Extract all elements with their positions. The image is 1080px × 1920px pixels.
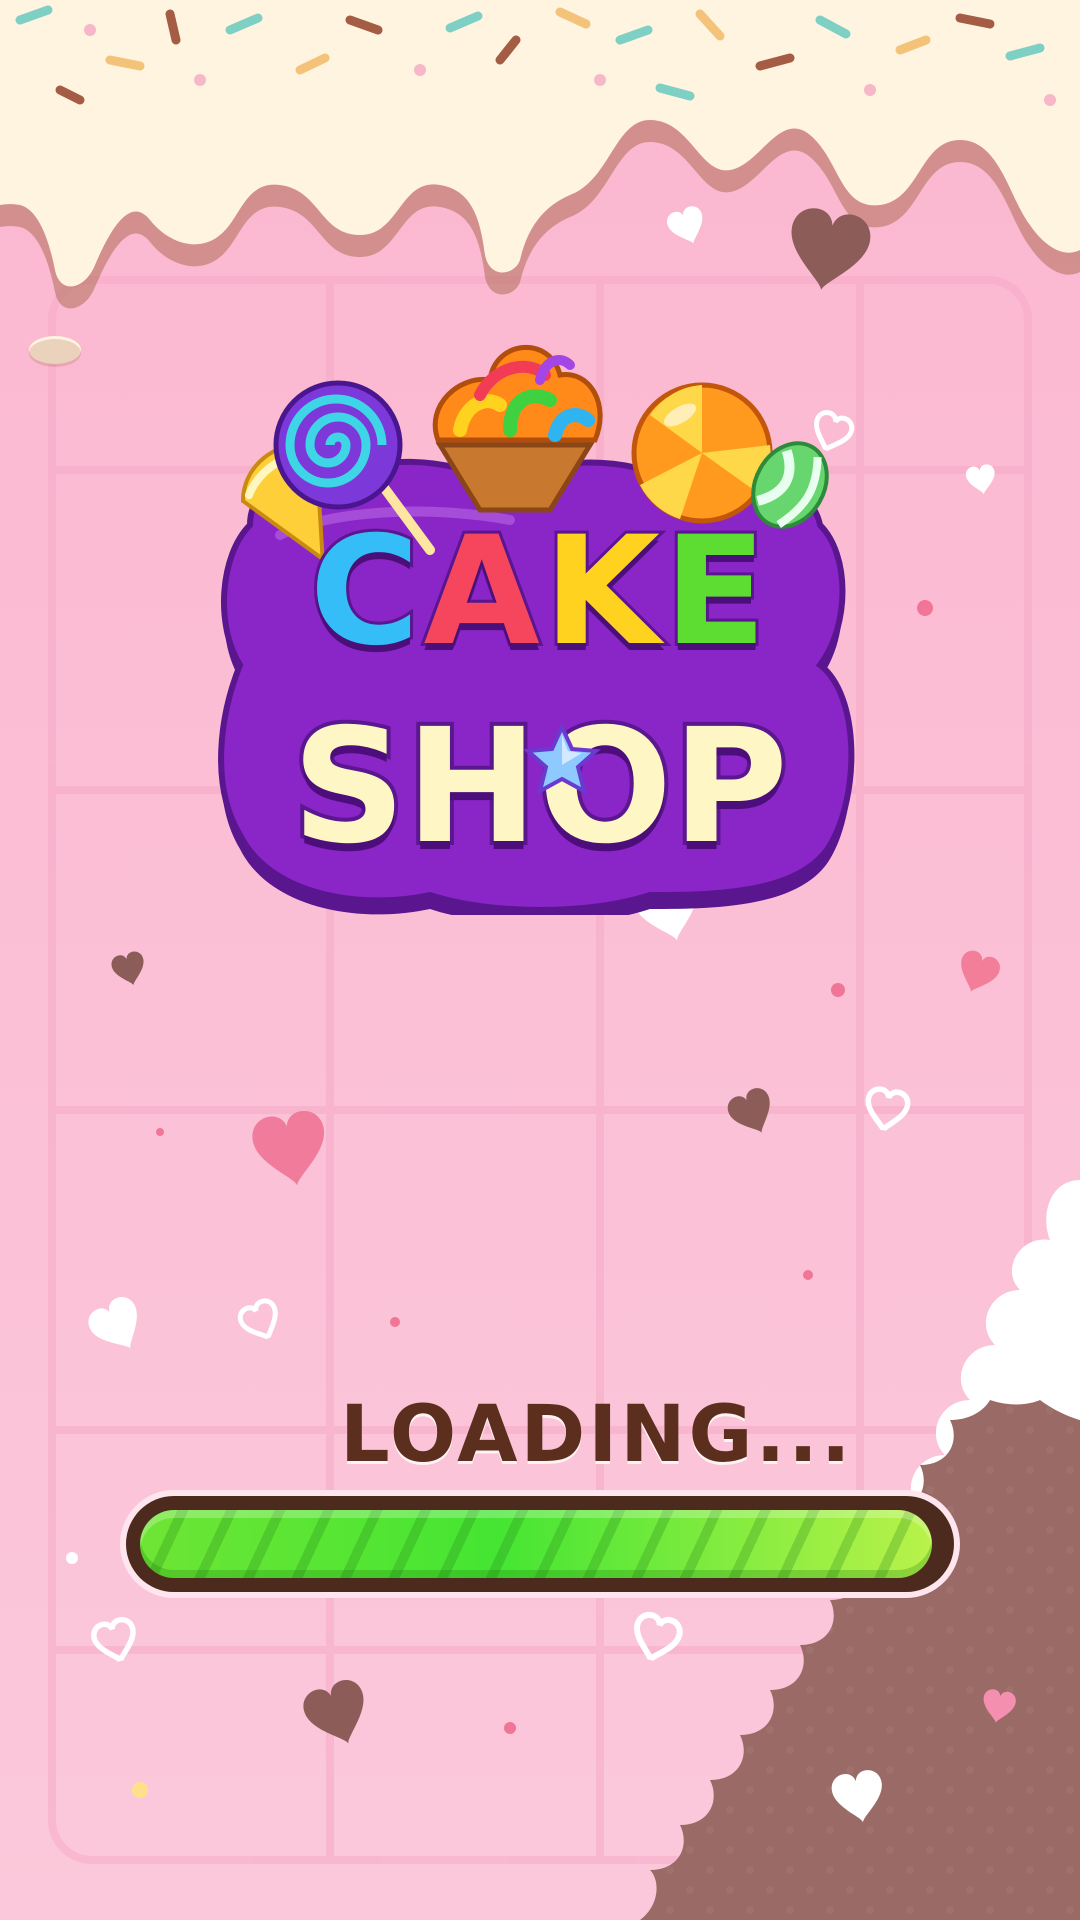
- logo-word-cake: CAKE: [210, 502, 870, 682]
- loading-label: LOADING...: [340, 1390, 854, 1480]
- logo-letter: K: [541, 502, 664, 682]
- game-logo: CAKE SHOP: [210, 335, 870, 915]
- loading-screen: CAKE SHOP LOADING...: [0, 0, 1080, 1920]
- loading-progress-bar: [126, 1496, 954, 1592]
- loading-progress-fill: [140, 1510, 932, 1578]
- candy-background: [0, 0, 1080, 1920]
- logo-word-shop: SHOP: [288, 691, 792, 883]
- logo-letter: A: [421, 502, 544, 682]
- logo-letter: E: [661, 502, 771, 682]
- orange-candy-icon: [631, 382, 773, 524]
- logo-letter: C: [307, 502, 424, 682]
